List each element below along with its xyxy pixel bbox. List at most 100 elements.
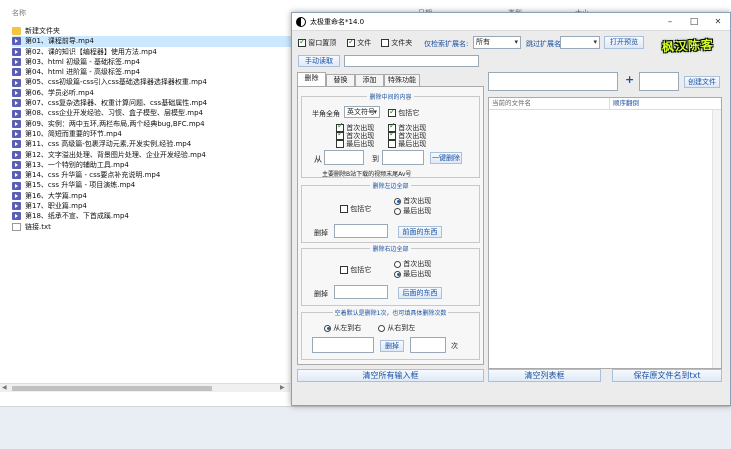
video-file-icon <box>12 202 21 211</box>
tab-delete[interactable]: 删除 <box>297 72 326 86</box>
left-last-radio[interactable] <box>394 207 401 215</box>
to-input[interactable] <box>382 150 424 165</box>
video-file-icon <box>12 37 21 46</box>
ltr-radio[interactable] <box>324 324 331 332</box>
new-name-input[interactable] <box>488 72 618 91</box>
folder-checkbox[interactable] <box>381 39 389 47</box>
from-label: 从 <box>314 155 322 164</box>
delete-middle-group: 删除中间的内容 半角全角 英文符号 包括它 首次出现 首次出现 最后出现 首次出… <box>301 94 480 178</box>
list-scrollbar[interactable] <box>712 110 721 368</box>
delete-before-button[interactable]: 前面的东西 <box>398 226 442 238</box>
left-delete-input[interactable] <box>334 224 388 238</box>
logo: 枫汉陈客 <box>661 37 715 55</box>
path-input[interactable] <box>344 55 479 67</box>
file-row[interactable]: 第06、学员必听.mp4 <box>12 88 292 98</box>
topmost-option[interactable]: 窗口置顶 <box>298 37 336 48</box>
ext-filter-select[interactable]: 所有 <box>473 36 521 49</box>
delete-text-input[interactable] <box>312 337 374 353</box>
file-row[interactable]: 第18、纸承不宣、下首成蹊.mp4 <box>12 211 292 221</box>
delete-count-button[interactable]: 删掉 <box>380 340 404 352</box>
left-include-checkbox[interactable] <box>340 205 348 213</box>
column-current-name[interactable]: 当前的文件名 <box>489 98 609 109</box>
count-input[interactable] <box>639 72 679 91</box>
rtl-radio[interactable] <box>378 324 385 332</box>
folder-option[interactable]: 文件夹 <box>381 38 412 48</box>
file-row[interactable]: 第10、简短而重要的环节.mp4 <box>12 129 292 139</box>
open-preview-button[interactable]: 打开预览 <box>604 36 644 49</box>
tab-special[interactable]: 特殊功能 <box>384 74 420 86</box>
file-checkbox[interactable] <box>347 37 355 47</box>
file-name: 第06、学员必听.mp4 <box>25 88 94 97</box>
add-plus-icon[interactable]: + <box>625 73 634 86</box>
right-first-radio[interactable] <box>394 260 401 268</box>
scroll-right-icon[interactable]: ▶ <box>280 384 285 391</box>
clear-list-button[interactable]: 清空列表框 <box>488 369 601 382</box>
file-name: 第03、html 初级篇 - 基础标签.mp4 <box>25 57 140 66</box>
create-file-button[interactable]: 创建文件 <box>684 76 720 88</box>
left-first-radio[interactable] <box>394 197 401 205</box>
save-names-txt-button[interactable]: 保存原文件名到txt <box>612 369 722 382</box>
from-input[interactable] <box>324 150 364 165</box>
delete-after-button[interactable]: 后面的东西 <box>398 287 442 299</box>
rtl-option[interactable]: 从右到左 <box>378 323 415 333</box>
file-row[interactable]: 第12、文字溢出处理、背景图片处理、企业开发经验.mp4 <box>12 150 292 160</box>
file-row[interactable]: 第13、一个特别的辅助工具.mp4 <box>12 160 292 170</box>
right-delete-input[interactable] <box>334 285 388 299</box>
horizontal-scrollbar[interactable]: ◀ ▶ <box>0 383 290 392</box>
file-row[interactable]: 第16、大学篇.mp4 <box>12 191 292 201</box>
right-last-checkbox[interactable] <box>388 140 396 148</box>
file-option[interactable]: 文件 <box>347 37 371 48</box>
file-row[interactable]: 第11、css 高级篇-包裹浮动元素,开发实例,经验.mp4 <box>12 139 292 149</box>
video-file-icon <box>12 161 21 169</box>
file-name: 第01、课程前导.mp4 <box>25 37 94 46</box>
manual-read-button[interactable]: 手动读取 <box>298 55 340 67</box>
minimize-button[interactable]: – <box>658 13 682 31</box>
scrollbar-thumb[interactable] <box>12 386 212 391</box>
file-row[interactable]: 第05、css初级篇-css引入css基础选择器选择器权重.mp4 <box>12 77 292 87</box>
file-row[interactable]: 新建文件夹 <box>12 26 292 36</box>
clear-inputs-button[interactable]: 清空所有输入框 <box>297 369 484 382</box>
file-row[interactable]: 链接.txt <box>12 222 292 232</box>
column-header-name[interactable]: 名称 <box>12 8 26 18</box>
left-first-checkbox-2[interactable] <box>336 130 344 140</box>
maximize-button[interactable]: □ <box>682 13 706 31</box>
middle-include-option[interactable]: 包括它 <box>388 107 419 118</box>
scroll-left-icon[interactable]: ◀ <box>2 384 7 391</box>
file-row[interactable]: 第14、css 升华篇 - css要点补充说明.mp4 <box>12 170 292 180</box>
right-delete-label: 删掉 <box>314 290 328 298</box>
file-row[interactable]: 第09、实例：两中五环,两栏布局,两个经典bug,BFC.mp4 <box>12 119 292 129</box>
left-last-checkbox[interactable] <box>336 140 344 148</box>
file-row[interactable]: 第07、css复杂选择器、权重计算问题、css基础属性.mp4 <box>12 98 292 108</box>
title-bar[interactable]: 太极重命名*14.0 – □ ✕ <box>292 13 730 31</box>
left-include-option[interactable]: 包括它 <box>340 204 371 214</box>
right-include-checkbox[interactable] <box>340 266 348 274</box>
text-file-icon <box>12 222 21 231</box>
delete-times-input[interactable] <box>410 337 446 353</box>
file-row[interactable]: 第04、html 进阶篇 - 高级标签.mp4 <box>12 67 292 77</box>
right-last-radio[interactable] <box>394 270 401 278</box>
left-delete-label: 删掉 <box>314 229 328 237</box>
skip-ext-select[interactable] <box>560 36 600 49</box>
delete-count-title: 空着默认是删除1次，也可填具体删除次数 <box>332 310 449 317</box>
ltr-option[interactable]: 从左到右 <box>324 323 361 333</box>
close-button[interactable]: ✕ <box>706 13 730 31</box>
file-name: 第18、纸承不宣、下首成蹊.mp4 <box>25 212 129 221</box>
file-name-list[interactable]: 当前的文件名 顺序翻倒 <box>488 97 722 369</box>
delete-middle-title: 删除中间的内容 <box>367 94 414 101</box>
video-file-icon <box>12 130 21 139</box>
right-include-option[interactable]: 包括它 <box>340 265 371 275</box>
file-row[interactable]: 第03、html 初级篇 - 基础标签.mp4 <box>12 57 292 67</box>
file-row[interactable]: 第17、职业篇.mp4 <box>12 201 292 211</box>
right-first-checkbox-2[interactable] <box>388 130 396 140</box>
tab-replace[interactable]: 替换 <box>326 74 355 86</box>
middle-include-checkbox[interactable] <box>388 107 396 117</box>
file-row[interactable]: 第08、css企业开发经验、习惯、盒子模型、层模型.mp4 <box>12 108 292 118</box>
one-click-delete-button[interactable]: 一键删除 <box>430 152 462 164</box>
file-row[interactable]: 第01、课程前导.mp4 <box>12 36 292 47</box>
halfwidth-select[interactable]: 英文符号 <box>344 106 380 118</box>
tab-add[interactable]: 添加 <box>355 74 384 86</box>
file-row[interactable]: 第02、课的知识【编程器】使用方法.mp4 <box>12 47 292 57</box>
topmost-checkbox[interactable] <box>298 37 306 47</box>
column-order-reverse[interactable]: 顺序翻倒 <box>609 98 679 109</box>
file-row[interactable]: 第15、css 升华篇 - 项目演练.mp4 <box>12 180 292 190</box>
